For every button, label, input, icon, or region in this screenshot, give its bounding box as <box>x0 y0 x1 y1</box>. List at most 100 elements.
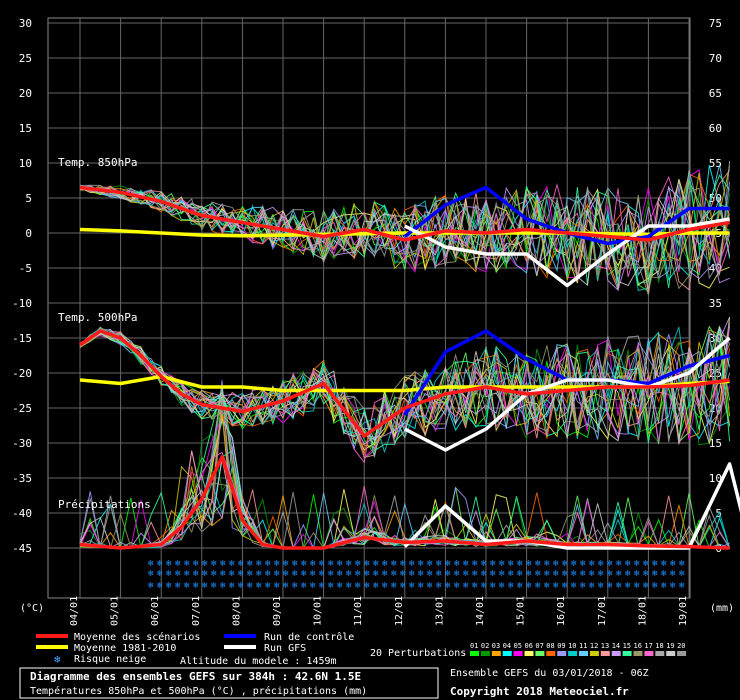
snowflake-icon: ❄ <box>670 569 676 579</box>
snowflake-icon: ❄ <box>472 569 478 579</box>
snowflake-icon: ❄ <box>54 653 61 666</box>
footer-title: Diagramme des ensembles GEFS sur 384h : … <box>30 670 361 683</box>
snowflake-icon: ❄ <box>292 559 298 569</box>
snowflake-icon: ❄ <box>643 569 649 579</box>
legend-control-run: Run de contrôle <box>264 631 354 643</box>
snowflake-icon: ❄ <box>679 569 685 579</box>
snowflake-icon: ❄ <box>472 559 478 569</box>
snowflake-icon: ❄ <box>562 581 568 591</box>
left-tick-label: -25 <box>12 402 32 415</box>
snowflake-icon: ❄ <box>409 581 415 591</box>
snowflake-icon: ❄ <box>391 559 397 569</box>
snowflake-icon: ❄ <box>427 581 433 591</box>
left-tick-label: 30 <box>19 17 32 30</box>
snowflake-icon: ❄ <box>625 581 631 591</box>
snowflake-icon: ❄ <box>499 569 505 579</box>
snowflake-icon: ❄ <box>598 569 604 579</box>
snowflake-icon: ❄ <box>355 559 361 569</box>
snowflake-icon: ❄ <box>607 559 613 569</box>
snowflake-icon: ❄ <box>661 559 667 569</box>
snowflake-icon: ❄ <box>328 569 334 579</box>
left-tick-label: -10 <box>12 297 32 310</box>
left-tick-label: -15 <box>12 332 32 345</box>
legend-gfs-run: Run GFS <box>264 643 306 654</box>
x-tick-label: 11/01 <box>353 596 364 626</box>
snowflake-icon: ❄ <box>409 569 415 579</box>
snowflake-icon: ❄ <box>256 569 262 579</box>
snowflake-icon: ❄ <box>175 581 181 591</box>
snowflake-icon: ❄ <box>616 569 622 579</box>
snowflake-icon: ❄ <box>319 569 325 579</box>
snowflake-icon: ❄ <box>625 559 631 569</box>
left-tick-label: 5 <box>25 192 32 205</box>
snowflake-icon: ❄ <box>616 559 622 569</box>
snowflake-icon: ❄ <box>643 581 649 591</box>
snowflake-icon: ❄ <box>472 581 478 591</box>
snowflake-icon: ❄ <box>337 569 343 579</box>
left-tick-label: -35 <box>12 472 32 485</box>
snowflake-icon: ❄ <box>490 581 496 591</box>
snowflake-icon: ❄ <box>328 559 334 569</box>
snowflake-icon: ❄ <box>652 581 658 591</box>
snowflake-icon: ❄ <box>373 581 379 591</box>
snowflake-icon: ❄ <box>175 559 181 569</box>
snowflake-icon: ❄ <box>166 581 172 591</box>
snowflake-icon: ❄ <box>481 569 487 579</box>
perturbation-swatch <box>513 651 523 656</box>
perturbation-swatch <box>633 651 643 656</box>
legend-swatch-climo <box>36 645 68 649</box>
snowflake-icon: ❄ <box>490 559 496 569</box>
snowflake-icon: ❄ <box>247 559 253 569</box>
snowflake-icon: ❄ <box>283 569 289 579</box>
snowflake-icon: ❄ <box>463 559 469 569</box>
snowflake-icon: ❄ <box>382 569 388 579</box>
legend-snow-risk: Risque neige <box>74 654 146 665</box>
snowflake-icon: ❄ <box>337 581 343 591</box>
snowflake-icon: ❄ <box>211 559 217 569</box>
snowflake-icon: ❄ <box>238 559 244 569</box>
snowflake-icon: ❄ <box>418 569 424 579</box>
perturbation-swatch <box>655 651 665 656</box>
left-tick-label: -45 <box>12 542 32 555</box>
snowflake-icon: ❄ <box>436 559 442 569</box>
snowflake-icon: ❄ <box>535 569 541 579</box>
snowflake-icon: ❄ <box>382 581 388 591</box>
snowflake-icon: ❄ <box>265 581 271 591</box>
perturbation-code: 08 <box>546 642 554 650</box>
snowflake-icon: ❄ <box>607 581 613 591</box>
perturbation-code: 11 <box>579 642 587 650</box>
snowflake-icon: ❄ <box>580 569 586 579</box>
snowflake-icon: ❄ <box>202 559 208 569</box>
snowflake-icon: ❄ <box>616 581 622 591</box>
snowflake-icon: ❄ <box>463 569 469 579</box>
snowflake-icon: ❄ <box>310 559 316 569</box>
snowflake-icon: ❄ <box>553 569 559 579</box>
snowflake-icon: ❄ <box>202 569 208 579</box>
snowflake-icon: ❄ <box>607 569 613 579</box>
left-tick-label: 0 <box>25 227 32 240</box>
snowflake-icon: ❄ <box>364 581 370 591</box>
right-tick-label: 70 <box>709 52 722 65</box>
x-tick-label: 08/01 <box>231 596 242 626</box>
snowflake-icon: ❄ <box>157 559 163 569</box>
perturbation-swatch <box>677 651 687 656</box>
perturbation-code: 01 <box>470 642 478 650</box>
snowflake-icon: ❄ <box>328 581 334 591</box>
snowflake-icon: ❄ <box>661 569 667 579</box>
perturbation-code: 09 <box>557 642 565 650</box>
perturbation-code: 17 <box>644 642 652 650</box>
perturbation-swatch <box>480 651 490 656</box>
snowflake-icon: ❄ <box>517 569 523 579</box>
snowflake-icon: ❄ <box>499 581 505 591</box>
snowflake-icon: ❄ <box>166 559 172 569</box>
perturbation-codes: 01 02 03 04 05 06 07 08 09 10 11 12 13 14 15 16 17 18 19 20 <box>470 642 686 650</box>
panel-label-precip: Précipitations <box>58 498 151 511</box>
snowflake-icon: ❄ <box>508 581 514 591</box>
perturbation-swatch <box>600 651 610 656</box>
snowflake-icon: ❄ <box>400 581 406 591</box>
left-tick-label: 20 <box>19 87 32 100</box>
x-tick-label: 17/01 <box>597 596 608 626</box>
perturbation-code: 20 <box>677 642 685 650</box>
snowflake-icon: ❄ <box>382 559 388 569</box>
right-axis-unit: (mm) <box>710 603 734 614</box>
